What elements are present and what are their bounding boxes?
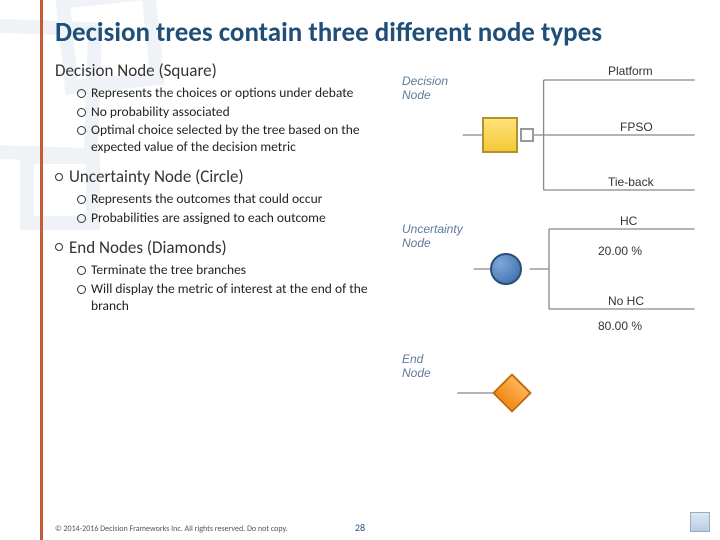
branch-label: Tie-back: [608, 175, 654, 189]
bullet-item: Terminate the tree branches: [77, 262, 390, 279]
bullet-item: Probabilities are assigned to each outco…: [77, 210, 390, 227]
section-uncertainty-node: Uncertainty Node (Circle) Represents the…: [55, 166, 390, 227]
diagram-column: Decision Node Platform FPSO Tie-back Unc…: [398, 60, 700, 442]
copyright-footer: © 2014-2016 Decision Frameworks Inc. All…: [55, 524, 288, 534]
left-accent-bar: [40, 0, 43, 540]
section-decision-node: Decision Node (Square) Represents the ch…: [55, 60, 390, 157]
diagram-end: End Node: [398, 338, 700, 438]
bullet-item: No probability associated: [77, 104, 390, 121]
section-heading: Uncertainty Node (Circle): [55, 166, 390, 187]
prob-label: 80.00 %: [598, 319, 642, 333]
section-heading: Decision Node (Square): [55, 60, 390, 81]
branch-label: Platform: [608, 64, 653, 78]
page-title: Decision trees contain three different n…: [55, 18, 615, 48]
branch-label: FPSO: [620, 120, 653, 134]
branch-label: No HC: [608, 294, 644, 308]
stub-square-icon: [520, 128, 534, 142]
diagram-decision: Decision Node Platform FPSO Tie-back: [398, 60, 700, 200]
corner-logo-icon: [690, 512, 710, 532]
bullet-icon: [55, 173, 63, 181]
section-end-nodes: End Nodes (Diamonds) Terminate the tree …: [55, 237, 390, 315]
circle-icon: [490, 253, 522, 285]
bullet-icon: [55, 243, 63, 251]
diagram-uncertainty: Uncertainty Node HC 20.00 % No HC 80.00 …: [398, 204, 700, 334]
section-heading: End Nodes (Diamonds): [55, 237, 390, 258]
bullet-item: Represents the choices or options under …: [77, 85, 390, 102]
branch-label: HC: [620, 214, 637, 228]
prob-label: 20.00 %: [598, 244, 642, 258]
page-number: 28: [355, 521, 365, 534]
text-column: Decision Node (Square) Represents the ch…: [55, 60, 390, 442]
bullet-item: Represents the outcomes that could occur: [77, 191, 390, 208]
square-icon: [482, 117, 518, 153]
bullet-item: Optimal choice selected by the tree base…: [77, 122, 390, 156]
bullet-item: Will display the metric of interest at t…: [77, 281, 390, 315]
